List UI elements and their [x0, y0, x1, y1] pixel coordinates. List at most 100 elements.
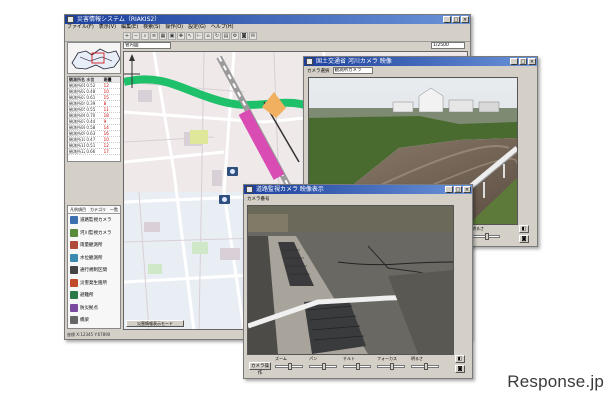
app-icon [67, 16, 74, 23]
legend-item[interactable]: 河川監視カメラ [68, 227, 120, 240]
camera-icon[interactable]: ◙ [240, 32, 248, 40]
legend-item[interactable]: 災害発生箇所 [68, 277, 120, 290]
table-row[interactable]: 観測所12 0.66 17 [68, 149, 120, 155]
river-snapshot-button[interactable]: ◙ [519, 235, 529, 243]
legend-tab[interactable]: 凡例項目 [68, 206, 88, 213]
legend-list: 道路監視カメラ河川監視カメラ雨量観測所 水位観測所 通行規制区間 災害発生箇所 避難所防… [68, 214, 120, 329]
slider-thumb[interactable] [288, 363, 292, 370]
legend-item[interactable]: 雨量観測所 [68, 239, 120, 252]
table-cell: 0.61 [86, 95, 96, 100]
map-mode-button-label: 災害情報表示モード [137, 321, 173, 326]
table-cell: 観測所02 [69, 89, 86, 94]
slider-label: パン [309, 356, 318, 361]
camera-icon [70, 216, 78, 225]
legend-label: 河川監視カメラ [80, 230, 112, 236]
camera-slider[interactable] [309, 363, 337, 370]
settings-icon[interactable]: ⚙ [231, 32, 239, 40]
close-icon[interactable]: × [461, 16, 469, 23]
camera-slider[interactable] [411, 363, 439, 370]
legend-item[interactable]: 道路監視カメラ [68, 214, 120, 227]
select-icon[interactable]: ↖ [186, 32, 194, 40]
minimize-icon[interactable]: _ [445, 186, 453, 193]
table-cell: 観測所01 [69, 83, 86, 88]
grid-icon[interactable]: ▦ [159, 32, 167, 40]
legend-tab[interactable]: カテゴリ [88, 206, 108, 213]
table-cell: 0.39 [86, 101, 96, 106]
camera-slider[interactable] [343, 363, 371, 370]
slider-label: 明るさ [411, 356, 423, 361]
legend-item[interactable]: 水位観測所 [68, 252, 120, 265]
legend-item[interactable]: 防災拠点 [68, 302, 120, 315]
ruler-icon[interactable]: ⊢ [195, 32, 203, 40]
table-cell: 0.44 [86, 119, 96, 124]
menu-item[interactable]: ファイル(F) [67, 24, 94, 31]
road-toolbar-label: カメラ番号 [247, 196, 270, 202]
zoom-out-icon[interactable]: − [132, 32, 140, 40]
river-camera-select[interactable]: 観測所カメラ [332, 67, 373, 74]
close-icon[interactable]: × [528, 58, 536, 65]
map-mode-button[interactable]: 災害情報表示モード [126, 320, 184, 327]
slider-thumb[interactable] [485, 233, 489, 240]
maximize-icon[interactable]: □ [452, 16, 460, 23]
river-zoom-button[interactable]: ◧ [519, 225, 529, 233]
menu-item[interactable]: 設定(G) [188, 24, 206, 31]
camera-slider[interactable] [377, 363, 405, 370]
river-window-titlebar[interactable]: 国土交通省 河川カメラ 映像 _ □ × [304, 57, 537, 66]
minimize-icon[interactable]: _ [443, 16, 451, 23]
legend-panel: 凡例項目 カテゴリ 一覧 道路監視カメラ河川監視カメラ雨量観測所 水位観測所 通行規… [67, 205, 121, 329]
menu-item[interactable]: ヘルプ(H) [211, 24, 234, 31]
camera-slider[interactable] [275, 363, 303, 370]
road-snapshot-button[interactable]: ◙ [455, 365, 465, 373]
close-icon[interactable]: × [463, 186, 471, 193]
table-cell: 0.58 [86, 125, 96, 130]
status-text: 座標 X:12345 Y:67890 [67, 332, 111, 337]
print-icon[interactable]: ▤ [222, 32, 230, 40]
scale-select[interactable]: 1/2500 [431, 42, 465, 49]
legend-tab[interactable]: 一覧 [108, 206, 120, 213]
slider-thumb[interactable] [356, 363, 360, 370]
legend-item[interactable]: 通行規制区間 [68, 264, 120, 277]
area-select[interactable]: 管内図 [123, 42, 171, 49]
water-level-icon [70, 253, 78, 262]
table-cell: 0.66 [86, 149, 96, 154]
column-header[interactable]: 水位 [85, 77, 102, 82]
road-window-titlebar[interactable]: 道路監視カメラ 映像表示 _ □ × [244, 185, 472, 194]
overview-map[interactable] [67, 42, 121, 74]
road-control-button[interactable]: カメラ操作 [249, 362, 271, 376]
legend-item[interactable]: 避難所 [68, 289, 120, 302]
legend-item[interactable]: トンネル [68, 327, 120, 329]
search-icon[interactable]: ⌕ [141, 32, 149, 40]
minimize-icon[interactable]: _ [510, 58, 518, 65]
legend-label: 橋梁 [80, 318, 89, 324]
column-header[interactable]: 雨量 [103, 77, 120, 82]
area-select-value: 管内図 [125, 43, 139, 48]
maximize-icon[interactable]: □ [454, 186, 462, 193]
layers-icon[interactable]: ≡ [150, 32, 158, 40]
road-zoom-button[interactable]: ◧ [455, 355, 465, 363]
menu-item[interactable]: 表示(V) [99, 24, 116, 31]
slider-thumb[interactable] [322, 363, 326, 370]
menu-item[interactable]: 編集(E) [121, 24, 138, 31]
table-cell: 11 [103, 107, 109, 112]
pan-icon[interactable]: ✥ [177, 32, 185, 40]
legend-label: 防災拠点 [80, 305, 98, 311]
fit-icon[interactable]: ▣ [168, 32, 176, 40]
column-header[interactable]: 観測所名 [68, 77, 85, 82]
legend-item[interactable]: 橋梁 [68, 314, 120, 327]
table-cell: 0.52 [86, 83, 96, 88]
home-icon[interactable]: ⌂ [204, 32, 212, 40]
mail-icon[interactable]: ✉ [249, 32, 257, 40]
slider-thumb[interactable] [390, 363, 394, 370]
slider-thumb[interactable] [424, 363, 428, 370]
table-cell: 12 [103, 143, 109, 148]
refresh-icon[interactable]: ↻ [213, 32, 221, 40]
menu-item[interactable]: 操作(O) [165, 24, 183, 31]
camera-slider[interactable] [472, 233, 500, 240]
observation-table: 観測所名 水位 雨量 観測所01 0.52 12 観測所02 0.48 10 観測所03 0.… [67, 76, 121, 162]
main-window-titlebar[interactable]: 災害情報システム（RIAKIS2） _ □ × [65, 15, 470, 24]
zoom-in-icon[interactable]: + [123, 32, 131, 40]
table-cell: 18 [103, 113, 109, 118]
table-cell: 15 [103, 95, 109, 100]
maximize-icon[interactable]: □ [519, 58, 527, 65]
menu-item[interactable]: 検索(S) [143, 24, 160, 31]
